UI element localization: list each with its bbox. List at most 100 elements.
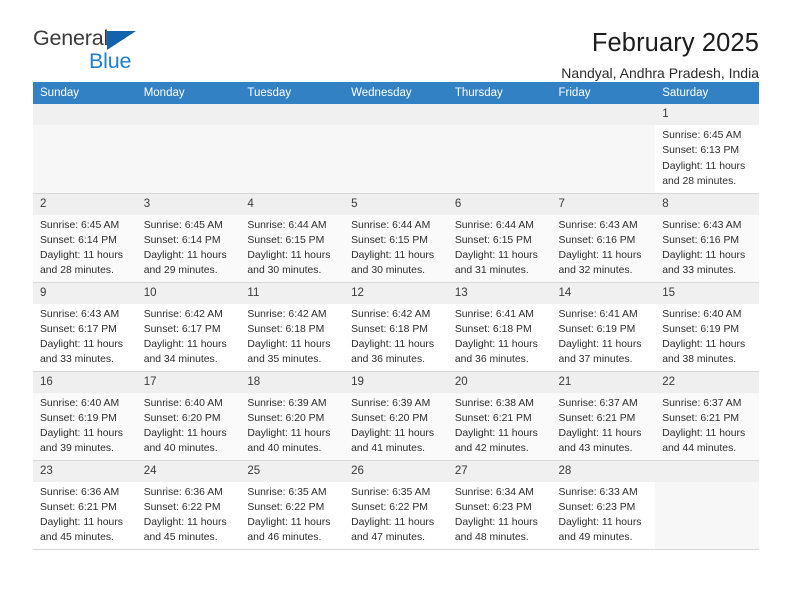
sunset-text: Sunset: 6:18 PM xyxy=(454,323,532,335)
weekday-header-row: Sunday Monday Tuesday Wednesday Thursday… xyxy=(33,82,759,104)
calendar-day-cell[interactable]: 12 Sunrise: 6:42 AM Sunset: 6:18 PM Dayligh… xyxy=(344,282,448,372)
day-number: 27 xyxy=(447,460,552,482)
daylight-text-line1: Daylight: 11 hours xyxy=(558,428,642,440)
day-number xyxy=(344,104,448,126)
calendar-table: Sunday Monday Tuesday Wednesday Thursday… xyxy=(33,82,759,550)
calendar-day-cell[interactable]: 19 Sunrise: 6:39 AM Sunset: 6:20 PM Dayligh… xyxy=(344,371,448,461)
page-subtitle: Nandyal, Andhra Pradesh, India xyxy=(561,65,759,82)
calendar-day-cell[interactable]: 23 Sunrise: 6:36 AM Sunset: 6:21 PM Dayligh… xyxy=(33,460,137,550)
daylight-text-line1: Daylight: 11 hours xyxy=(558,250,642,262)
calendar-day-cell[interactable]: 28 Sunrise: 6:33 AM Sunset: 6:23 PM Dayligh… xyxy=(551,460,656,550)
daylight-text-line1: Daylight: 11 hours xyxy=(247,428,331,440)
sunrise-text: Sunrise: 6:38 AM xyxy=(454,397,534,409)
sunset-text: Sunset: 6:21 PM xyxy=(558,412,636,424)
weekday-header-monday: Monday xyxy=(136,82,241,104)
calendar-day-cell[interactable]: 20 Sunrise: 6:38 AM Sunset: 6:21 PM Dayligh… xyxy=(447,371,552,461)
daylight-text-line1: Daylight: 11 hours xyxy=(247,339,331,351)
calendar-day-cell[interactable]: 21 Sunrise: 6:37 AM Sunset: 6:21 PM Dayligh… xyxy=(551,371,656,461)
daylight-text-line2: and 37 minutes. xyxy=(558,354,633,366)
sunset-text: Sunset: 6:21 PM xyxy=(40,501,117,513)
day-info: Sunrise: 6:41 AM Sunset: 6:18 PM Daylight:… xyxy=(448,304,552,368)
day-number: 10 xyxy=(136,282,241,304)
calendar-day-cell[interactable]: 11 Sunrise: 6:42 AM Sunset: 6:18 PM Dayligh… xyxy=(240,282,345,372)
sunrise-text: Sunrise: 6:41 AM xyxy=(454,308,534,320)
calendar-week-row: 1 Sunrise: 6:45 AM Sunset: 6:13 PM Daylight… xyxy=(33,104,759,194)
day-number: 13 xyxy=(447,282,552,304)
sunrise-text: Sunrise: 6:44 AM xyxy=(454,219,534,231)
day-info: Sunrise: 6:44 AM Sunset: 6:15 PM Daylight:… xyxy=(240,215,344,279)
calendar-day-cell[interactable]: 24 Sunrise: 6:36 AM Sunset: 6:22 PM Dayligh… xyxy=(136,460,241,550)
calendar-day-cell[interactable]: 25 Sunrise: 6:35 AM Sunset: 6:22 PM Dayligh… xyxy=(240,460,345,550)
daylight-text-line2: and 28 minutes. xyxy=(662,175,737,187)
calendar-day-cell[interactable]: 13 Sunrise: 6:41 AM Sunset: 6:18 PM Dayligh… xyxy=(447,282,552,372)
calendar-day-cell[interactable]: 27 Sunrise: 6:34 AM Sunset: 6:23 PM Dayligh… xyxy=(447,460,552,550)
calendar-day-cell[interactable]: 18 Sunrise: 6:39 AM Sunset: 6:20 PM Dayligh… xyxy=(240,371,345,461)
daylight-text-line2: and 36 minutes. xyxy=(454,354,529,366)
calendar-cell-empty xyxy=(447,104,552,194)
daylight-text-line1: Daylight: 11 hours xyxy=(662,250,746,262)
day-number: 3 xyxy=(136,193,241,215)
cell-inner: 11 Sunrise: 6:42 AM Sunset: 6:18 PM Dayligh… xyxy=(240,282,345,371)
cell-inner: 15 Sunrise: 6:40 AM Sunset: 6:19 PM Dayligh… xyxy=(655,282,759,371)
calendar-day-cell[interactable]: 26 Sunrise: 6:35 AM Sunset: 6:22 PM Dayligh… xyxy=(344,460,448,550)
calendar-day-cell[interactable]: 14 Sunrise: 6:41 AM Sunset: 6:19 PM Dayligh… xyxy=(551,282,656,372)
calendar-day-cell[interactable]: 17 Sunrise: 6:40 AM Sunset: 6:20 PM Dayligh… xyxy=(136,371,241,461)
day-number: 11 xyxy=(240,282,345,304)
sunrise-text: Sunrise: 6:35 AM xyxy=(351,486,431,498)
calendar-day-cell[interactable]: 22 Sunrise: 6:37 AM Sunset: 6:21 PM Dayligh… xyxy=(655,371,759,461)
day-number xyxy=(33,104,137,126)
cell-inner: 23 Sunrise: 6:36 AM Sunset: 6:21 PM Dayligh… xyxy=(33,460,137,549)
day-number: 12 xyxy=(344,282,448,304)
cell-inner: 22 Sunrise: 6:37 AM Sunset: 6:21 PM Dayligh… xyxy=(655,371,759,460)
daylight-text-line2: and 32 minutes. xyxy=(558,265,633,277)
daylight-text-line1: Daylight: 11 hours xyxy=(40,517,123,529)
sunset-text: Sunset: 6:22 PM xyxy=(143,501,221,513)
daylight-text-line1: Daylight: 11 hours xyxy=(247,517,331,529)
day-info: Sunrise: 6:40 AM Sunset: 6:19 PM Daylight:… xyxy=(33,393,137,457)
sunrise-text: Sunrise: 6:45 AM xyxy=(143,219,223,231)
calendar-day-cell[interactable]: 9 Sunrise: 6:43 AM Sunset: 6:17 PM Daylight… xyxy=(33,282,137,372)
calendar-day-cell[interactable]: 10 Sunrise: 6:42 AM Sunset: 6:17 PM Dayligh… xyxy=(136,282,241,372)
cell-inner xyxy=(551,104,656,193)
calendar-day-cell[interactable]: 15 Sunrise: 6:40 AM Sunset: 6:19 PM Dayligh… xyxy=(655,282,759,372)
day-number: 26 xyxy=(344,460,448,482)
daylight-text-line2: and 33 minutes. xyxy=(40,354,114,366)
cell-inner: 20 Sunrise: 6:38 AM Sunset: 6:21 PM Dayligh… xyxy=(447,371,552,460)
calendar-day-cell[interactable]: 7 Sunrise: 6:43 AM Sunset: 6:16 PM Daylight… xyxy=(551,193,656,283)
sunset-text: Sunset: 6:21 PM xyxy=(454,412,532,424)
general-blue-logo[interactable]: General Blue xyxy=(33,27,158,74)
daylight-text-line1: Daylight: 11 hours xyxy=(662,160,746,172)
calendar-day-cell[interactable]: 4 Sunrise: 6:44 AM Sunset: 6:15 PM Daylight… xyxy=(240,193,345,283)
sunrise-text: Sunrise: 6:36 AM xyxy=(143,486,223,498)
day-number xyxy=(240,104,345,126)
day-number: 2 xyxy=(33,193,137,215)
day-info: Sunrise: 6:40 AM Sunset: 6:19 PM Daylight:… xyxy=(655,304,759,368)
sunset-text: Sunset: 6:19 PM xyxy=(558,323,636,335)
sunset-text: Sunset: 6:13 PM xyxy=(662,145,740,157)
day-info: Sunrise: 6:44 AM Sunset: 6:15 PM Daylight:… xyxy=(344,215,448,279)
cell-inner: 21 Sunrise: 6:37 AM Sunset: 6:21 PM Dayligh… xyxy=(551,371,656,460)
calendar-day-cell[interactable]: 6 Sunrise: 6:44 AM Sunset: 6:15 PM Daylight… xyxy=(447,193,552,283)
calendar-day-cell[interactable]: 1 Sunrise: 6:45 AM Sunset: 6:13 PM Daylight… xyxy=(655,104,759,194)
calendar-body: 1 Sunrise: 6:45 AM Sunset: 6:13 PM Daylight… xyxy=(33,104,759,550)
calendar-day-cell[interactable]: 8 Sunrise: 6:43 AM Sunset: 6:16 PM Daylight… xyxy=(655,193,759,283)
sunrise-text: Sunrise: 6:33 AM xyxy=(558,486,638,498)
calendar-day-cell[interactable]: 2 Sunrise: 6:45 AM Sunset: 6:14 PM Daylight… xyxy=(33,193,137,283)
daylight-text-line1: Daylight: 11 hours xyxy=(662,428,746,440)
weekday-header-thursday: Thursday xyxy=(447,82,552,104)
calendar-week-row: 23 Sunrise: 6:36 AM Sunset: 6:21 PM Dayligh… xyxy=(33,460,759,550)
cell-inner: 18 Sunrise: 6:39 AM Sunset: 6:20 PM Dayligh… xyxy=(240,371,345,460)
daylight-text-line1: Daylight: 11 hours xyxy=(454,517,538,529)
cell-inner: 26 Sunrise: 6:35 AM Sunset: 6:22 PM Dayligh… xyxy=(344,460,448,549)
daylight-text-line2: and 35 minutes. xyxy=(247,354,322,366)
calendar-day-cell[interactable]: 5 Sunrise: 6:44 AM Sunset: 6:15 PM Daylight… xyxy=(344,193,448,283)
daylight-text-line2: and 34 minutes. xyxy=(143,354,218,366)
daylight-text-line2: and 33 minutes. xyxy=(662,265,737,277)
calendar-day-cell[interactable]: 3 Sunrise: 6:45 AM Sunset: 6:14 PM Daylight… xyxy=(136,193,241,283)
calendar-day-cell[interactable]: 16 Sunrise: 6:40 AM Sunset: 6:19 PM Dayligh… xyxy=(33,371,137,461)
sunset-text: Sunset: 6:20 PM xyxy=(351,412,428,424)
day-info: Sunrise: 6:43 AM Sunset: 6:17 PM Daylight:… xyxy=(33,304,137,368)
cell-inner: 5 Sunrise: 6:44 AM Sunset: 6:15 PM Daylight… xyxy=(344,193,448,282)
sunset-text: Sunset: 6:22 PM xyxy=(351,501,428,513)
daylight-text-line2: and 46 minutes. xyxy=(247,532,322,544)
